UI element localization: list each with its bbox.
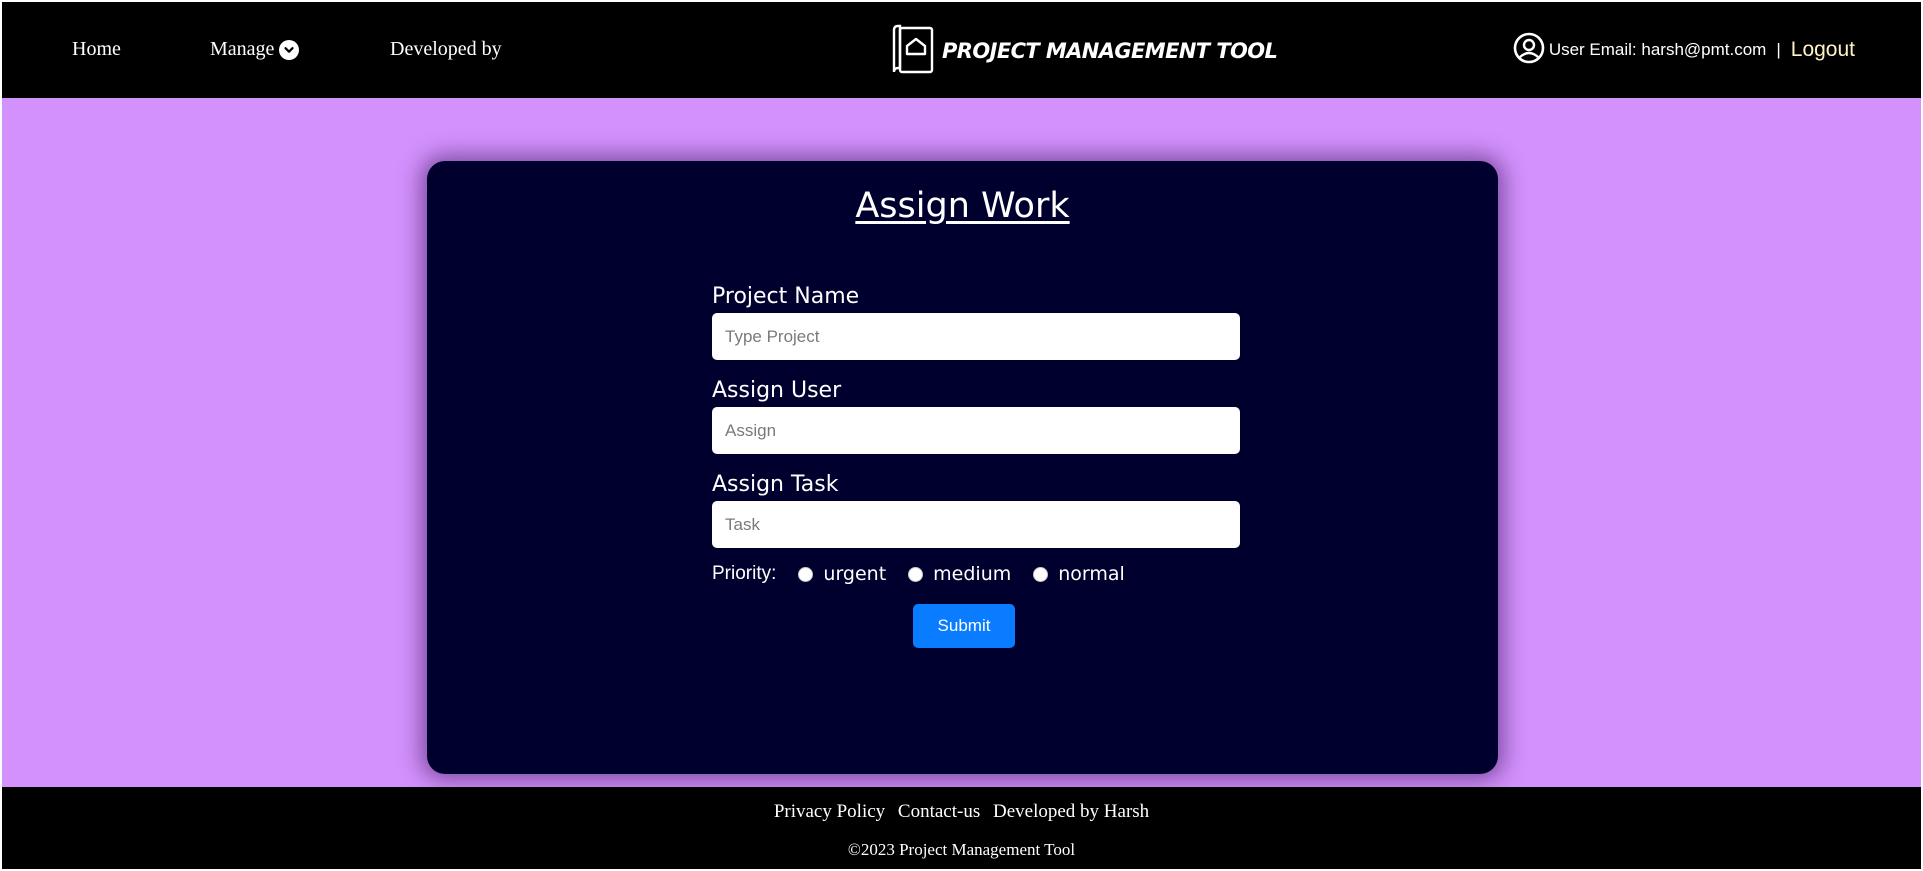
footer-links: Privacy Policy Contact-us Developed by H… <box>2 801 1921 823</box>
assign-work-card: Assign Work Project Name Assign User Ass… <box>427 161 1498 774</box>
submit-button[interactable]: Submit <box>913 604 1015 648</box>
radio-medium[interactable] <box>908 566 924 582</box>
page-title: Assign Work <box>855 186 1070 226</box>
priority-label: Priority: <box>712 563 777 584</box>
footer: Privacy Policy Contact-us Developed by H… <box>2 787 1921 869</box>
project-name-input[interactable] <box>712 313 1240 360</box>
nav-manage-label: Manage <box>210 38 275 60</box>
radio-urgent-label: urgent <box>823 563 887 585</box>
radio-normal[interactable] <box>1033 566 1049 582</box>
project-name-label: Project Name <box>712 284 860 309</box>
top-navbar: Home Manage Developed by PROJECT MANAGEM… <box>2 2 1921 98</box>
separator: | <box>1776 40 1781 59</box>
copyright-text: ©2023 Project Management Tool <box>847 840 1076 859</box>
radio-urgent[interactable] <box>798 566 814 582</box>
radio-medium-label: medium <box>933 563 1012 585</box>
priority-option-medium[interactable]: medium <box>908 563 1011 585</box>
nav-developed-by-link[interactable]: Developed by <box>390 38 502 61</box>
privacy-policy-link[interactable]: Privacy Policy <box>774 801 885 822</box>
user-circle-icon <box>1513 32 1545 69</box>
assign-user-input[interactable] <box>712 407 1240 454</box>
assign-work-form: Project Name Assign User Assign Task Pri… <box>712 283 1240 589</box>
nav-home-link[interactable]: Home <box>72 38 121 61</box>
logout-link[interactable]: Logout <box>1791 38 1855 62</box>
contact-us-link[interactable]: Contact-us <box>898 801 980 822</box>
book-house-logo-icon <box>890 24 936 78</box>
priority-option-urgent[interactable]: urgent <box>798 563 886 585</box>
assign-task-input[interactable] <box>712 501 1240 548</box>
page: Home Manage Developed by PROJECT MANAGEM… <box>2 2 1921 869</box>
priority-option-normal[interactable]: normal <box>1033 563 1125 585</box>
assign-user-label: Assign User <box>712 378 842 403</box>
priority-group: Priority: urgent medium normal <box>712 559 1240 589</box>
brand-title: PROJECT MANAGEMENT TOOL <box>942 39 1278 63</box>
brand-logo[interactable]: PROJECT MANAGEMENT TOOL <box>890 24 1278 78</box>
user-email: User Email: harsh@pmt.com <box>1548 40 1767 59</box>
nav-manage-dropdown[interactable]: Manage <box>210 38 300 61</box>
chevron-down-icon <box>279 39 300 60</box>
assign-task-label: Assign Task <box>712 472 839 497</box>
radio-normal-label: normal <box>1058 563 1125 585</box>
user-info: User Email: harsh@pmt.com | Logout <box>1513 32 1855 68</box>
developed-by-harsh-link[interactable]: Developed by Harsh <box>993 801 1149 822</box>
